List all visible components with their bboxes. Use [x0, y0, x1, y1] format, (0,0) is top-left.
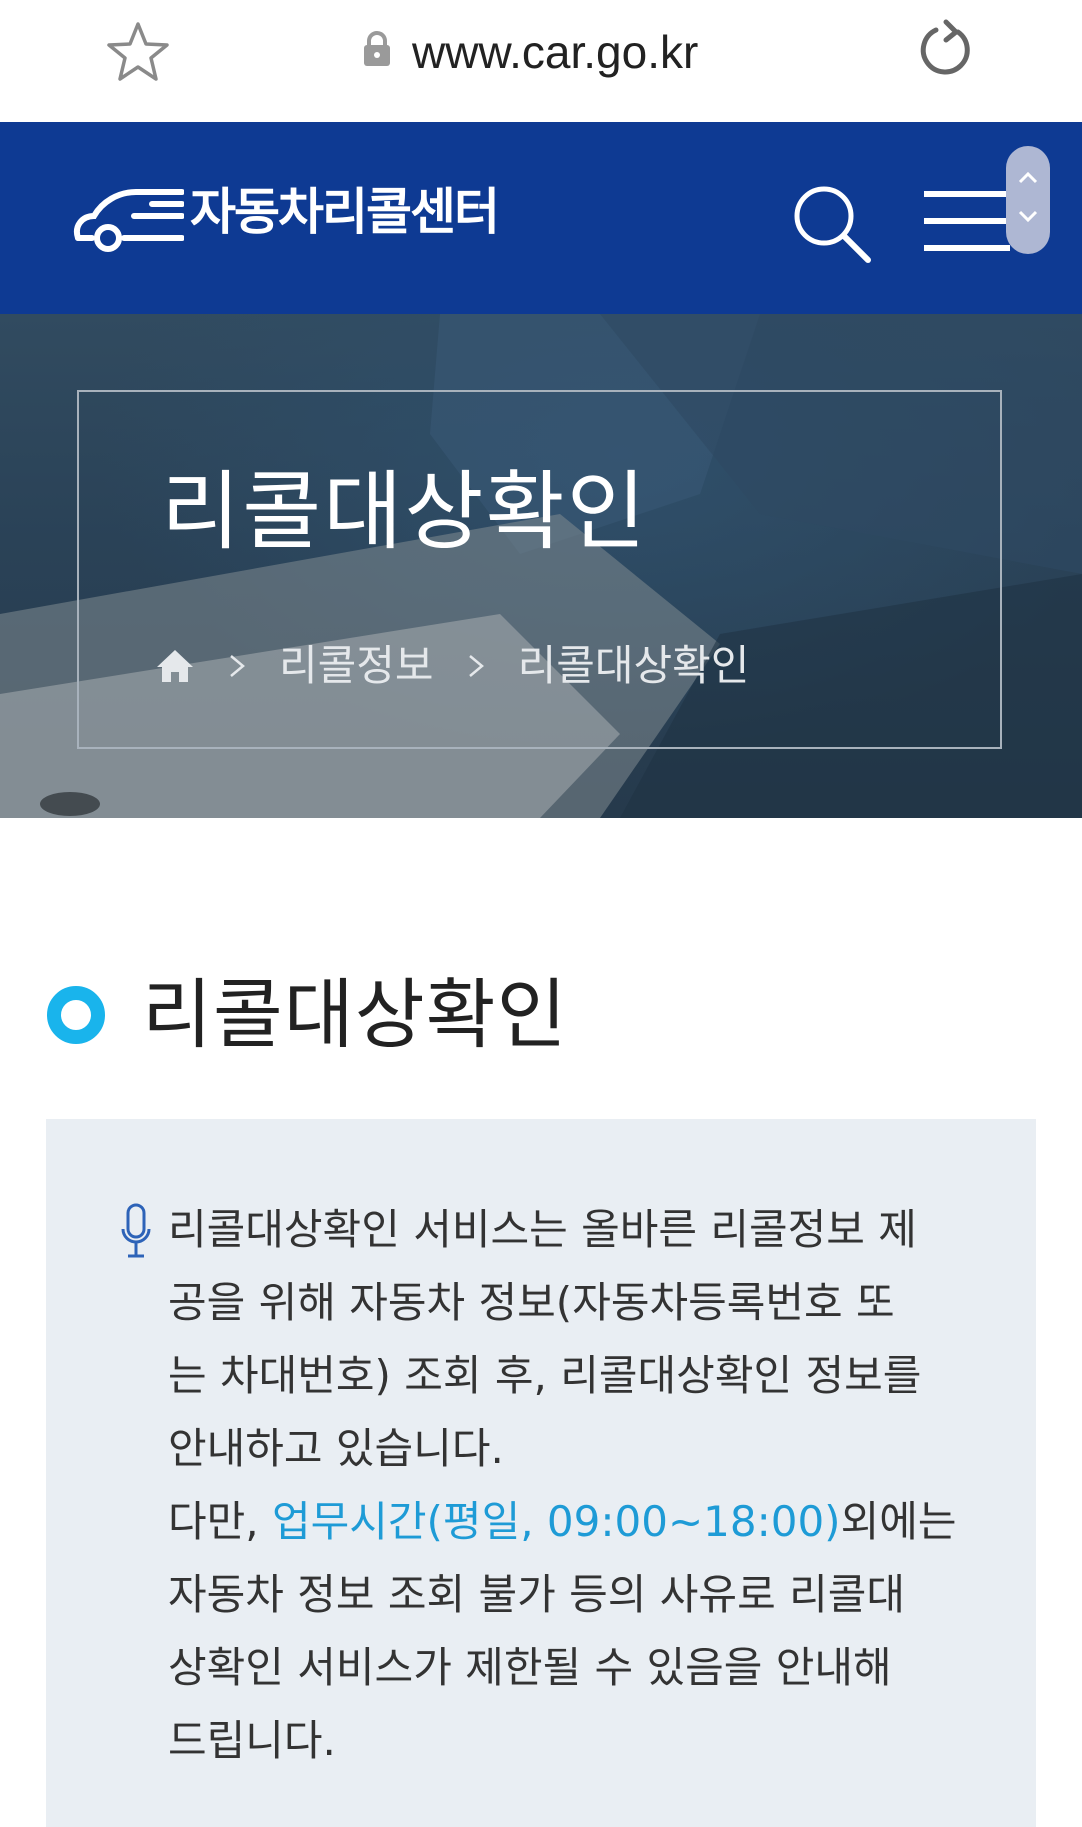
lock-icon	[364, 31, 390, 66]
car-logo-icon	[74, 189, 184, 252]
ring-icon	[47, 986, 105, 1044]
scroll-arrows-icon	[1018, 171, 1038, 223]
hero-title: 리콜대상확인	[161, 462, 648, 562]
url-field[interactable]: www.car.go.kr	[412, 22, 698, 82]
breadcrumb-item-recall-info[interactable]: 리콜정보	[279, 641, 434, 691]
microphone-icon	[121, 1203, 151, 1258]
notice-line: 안내하고 있습니다.	[168, 1424, 504, 1473]
star-icon[interactable]	[106, 20, 170, 84]
page: www.car.go.kr 자동차리콜센터 리콜대상확인 리콜정보 리콜대상확인…	[0, 0, 1082, 1827]
notice-line-suffix: 외에는	[840, 1497, 957, 1546]
hero-title-box: 리콜대상확인 리콜정보 리콜대상확인	[77, 390, 1002, 749]
notice-line: 자동차 정보 조회 불가 등의 사유로 리콜대	[168, 1570, 905, 1619]
notice-line: 는 차대번호) 조회 후, 리콜대상확인 정보를	[168, 1351, 922, 1400]
scroll-handle[interactable]	[1006, 146, 1050, 254]
notice-line: 상확인 서비스가 제한될 수 있음을 안내해	[168, 1643, 892, 1692]
chevron-right-icon	[230, 655, 245, 677]
notice-text: 리콜대상확인 서비스는 올바른 리콜정보 제 공을 위해 자동차 정보(자동차등…	[168, 1193, 1008, 1777]
chevron-right-icon	[468, 655, 484, 677]
notice-line: 다만, 업무시간(평일, 09:00~18:00)외에는	[168, 1485, 1008, 1558]
notice-line: 리콜대상확인 서비스는 올바른 리콜정보 제	[168, 1205, 917, 1254]
search-icon[interactable]	[790, 182, 872, 264]
site-header: 자동차리콜센터	[0, 122, 1082, 314]
section-title: 리콜대상확인	[142, 970, 568, 1059]
section-heading: 리콜대상확인	[46, 960, 568, 1070]
home-icon[interactable]	[155, 646, 195, 686]
hero-banner: 리콜대상확인 리콜정보 리콜대상확인	[0, 314, 1082, 818]
business-hours-highlight: 업무시간(평일, 09:00~18:00)	[271, 1497, 841, 1546]
notice-line-prefix: 다만,	[168, 1497, 272, 1546]
site-logo-text: 자동차리콜센터	[190, 183, 500, 241]
notice-line: 공을 위해 자동차 정보(자동차등록번호 또	[168, 1278, 895, 1327]
menu-icon[interactable]	[922, 186, 1012, 256]
reload-icon[interactable]	[914, 18, 974, 80]
breadcrumb: 리콜정보 리콜대상확인	[155, 636, 779, 696]
browser-address-bar: www.car.go.kr	[0, 0, 1082, 123]
notice-box: 리콜대상확인 서비스는 올바른 리콜정보 제 공을 위해 자동차 정보(자동차등…	[46, 1119, 1036, 1827]
breadcrumb-item-recall-check[interactable]: 리콜대상확인	[518, 641, 750, 691]
notice-line: 드립니다.	[168, 1716, 336, 1765]
site-logo[interactable]: 자동차리콜센터	[72, 164, 532, 264]
